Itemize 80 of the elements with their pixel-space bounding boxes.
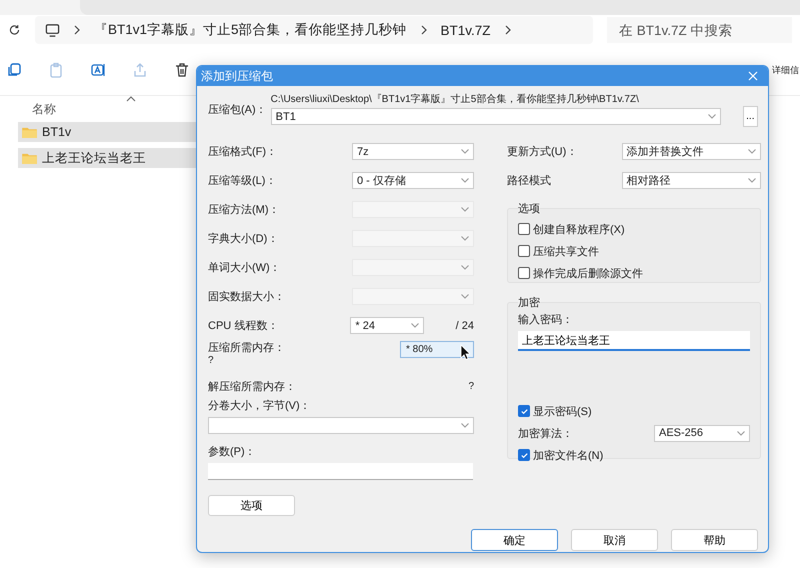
setting-label: 压缩方法(M)： (208, 202, 280, 217)
breadcrumb[interactable]: BT1v.7Z (440, 22, 491, 38)
pointer-icon (460, 344, 470, 360)
checkbox[interactable]: 操作完成后删除源文件 (518, 262, 750, 284)
dialog-button[interactable]: 取消 (571, 529, 658, 551)
group-title: 选项 (518, 202, 540, 216)
password-label: 输入密码： (518, 312, 574, 327)
computer-icon (45, 22, 60, 38)
dropdown-caret-icon (748, 178, 756, 183)
archive-name-combo[interactable]: BT1 (270, 108, 721, 125)
memory-field[interactable]: * 80% (400, 341, 474, 358)
options-button[interactable]: 选项 (208, 495, 295, 516)
dropdown-caret-icon (461, 207, 469, 212)
breadcrumb[interactable]: 『BT1v1字幕版』寸止5部合集，看你能坚持几秒钟 (94, 21, 407, 39)
copy-icon[interactable] (6, 62, 22, 78)
chevron-icon (420, 25, 427, 35)
memory-reading: ? (208, 355, 215, 366)
delete-icon[interactable] (174, 62, 190, 78)
folder-icon (22, 152, 37, 164)
setting-label: 单词大小(W)： (208, 261, 282, 275)
password-field[interactable]: 上老王论坛当老王 (518, 331, 750, 351)
checkbox-box[interactable] (518, 405, 530, 417)
group-title: 加密 (518, 296, 540, 310)
memory-reading: ? (468, 380, 474, 392)
archive-path: C:\Users\liuxi\Desktop\『BT1v1字幕版』寸止5部合集，看你能坚持几秒钟\BT1v.7Z\ (270, 92, 640, 106)
dropdown[interactable]: 相对路径 (622, 172, 761, 189)
dropdown-caret-icon (461, 149, 469, 154)
folder-icon (22, 126, 37, 138)
checkbox-box[interactable] (518, 267, 530, 279)
browse-button[interactable]: ... (742, 106, 758, 127)
sort-caret-icon (126, 96, 136, 102)
dropdown[interactable]: * 24 (350, 317, 424, 334)
search-field[interactable]: 在 BT1v.7Z 中搜索 (607, 17, 792, 43)
setting-label: 加密算法： (518, 426, 573, 440)
dropdown-caret-icon (708, 114, 716, 119)
checkbox-box[interactable] (518, 245, 530, 257)
checkbox-box[interactable] (518, 223, 530, 235)
setting-label: 压缩所需内存： (208, 340, 285, 355)
dropdown-caret-icon (461, 294, 469, 299)
checkbox[interactable]: 加密文件名(N) (518, 444, 750, 466)
setting-label: 参数(P)： (208, 445, 257, 459)
dropdown-caret-icon (461, 423, 469, 428)
dialog-button[interactable]: 帮助 (671, 529, 758, 551)
dropdown-caret-icon (461, 236, 469, 241)
dropdown-caret-icon (461, 178, 469, 183)
address-bar[interactable]: 『BT1v1字幕版』寸止5部合集，看你能坚持几秒钟 BT1v.7Z (35, 16, 593, 44)
setting-label: 更新方式(U)： (507, 144, 578, 159)
dialog-title: 添加到压缩包 (201, 68, 273, 84)
dropdown[interactable]: 0 - 仅存储 (352, 172, 474, 189)
close-icon[interactable] (748, 71, 758, 81)
dialog-button[interactable]: 确定 (471, 529, 558, 551)
setting-label: 字典大小(D)： (208, 232, 280, 246)
refresh-icon[interactable] (8, 23, 21, 37)
dropdown-caret-icon (461, 265, 469, 270)
thread-total: / 24 (456, 320, 474, 332)
setting-label: 路径模式 (507, 174, 552, 188)
file-name: 上老王论坛当老王 (42, 150, 146, 166)
file-name: BT1v (42, 125, 72, 139)
setting-label: 固实数据大小： (208, 290, 286, 304)
checkbox[interactable]: 创建自释放程序(X) (518, 218, 750, 240)
archive-label: 压缩包(A)： (208, 102, 267, 117)
column-header[interactable]: 名称 (32, 100, 56, 118)
setting-label: 压缩等级(L)： (208, 174, 278, 188)
setting-label: 分卷大小，字节(V)： (208, 398, 312, 413)
chevron-icon (74, 25, 80, 35)
setting-label: CPU 线程数： (208, 319, 280, 333)
dropdown[interactable]: 添加并替换文件 (622, 143, 761, 160)
checkbox[interactable]: 压缩共享文件 (518, 240, 750, 262)
setting-label: 解压缩所需内存： (208, 380, 296, 394)
checkbox-box[interactable] (518, 449, 530, 461)
dropdown-caret-icon (737, 430, 745, 436)
chevron-icon (504, 25, 511, 35)
details-button[interactable]: 详细信 (772, 64, 799, 76)
dropdown[interactable]: AES-256 (654, 424, 750, 442)
dropdown-caret-icon (748, 149, 756, 154)
rename-icon[interactable] (90, 62, 106, 78)
dropdown[interactable]: 7z (352, 143, 474, 160)
dropdown-caret-icon (410, 323, 419, 328)
parameters-field[interactable] (208, 463, 473, 480)
checkbox[interactable]: 显示密码(S) (518, 400, 750, 422)
